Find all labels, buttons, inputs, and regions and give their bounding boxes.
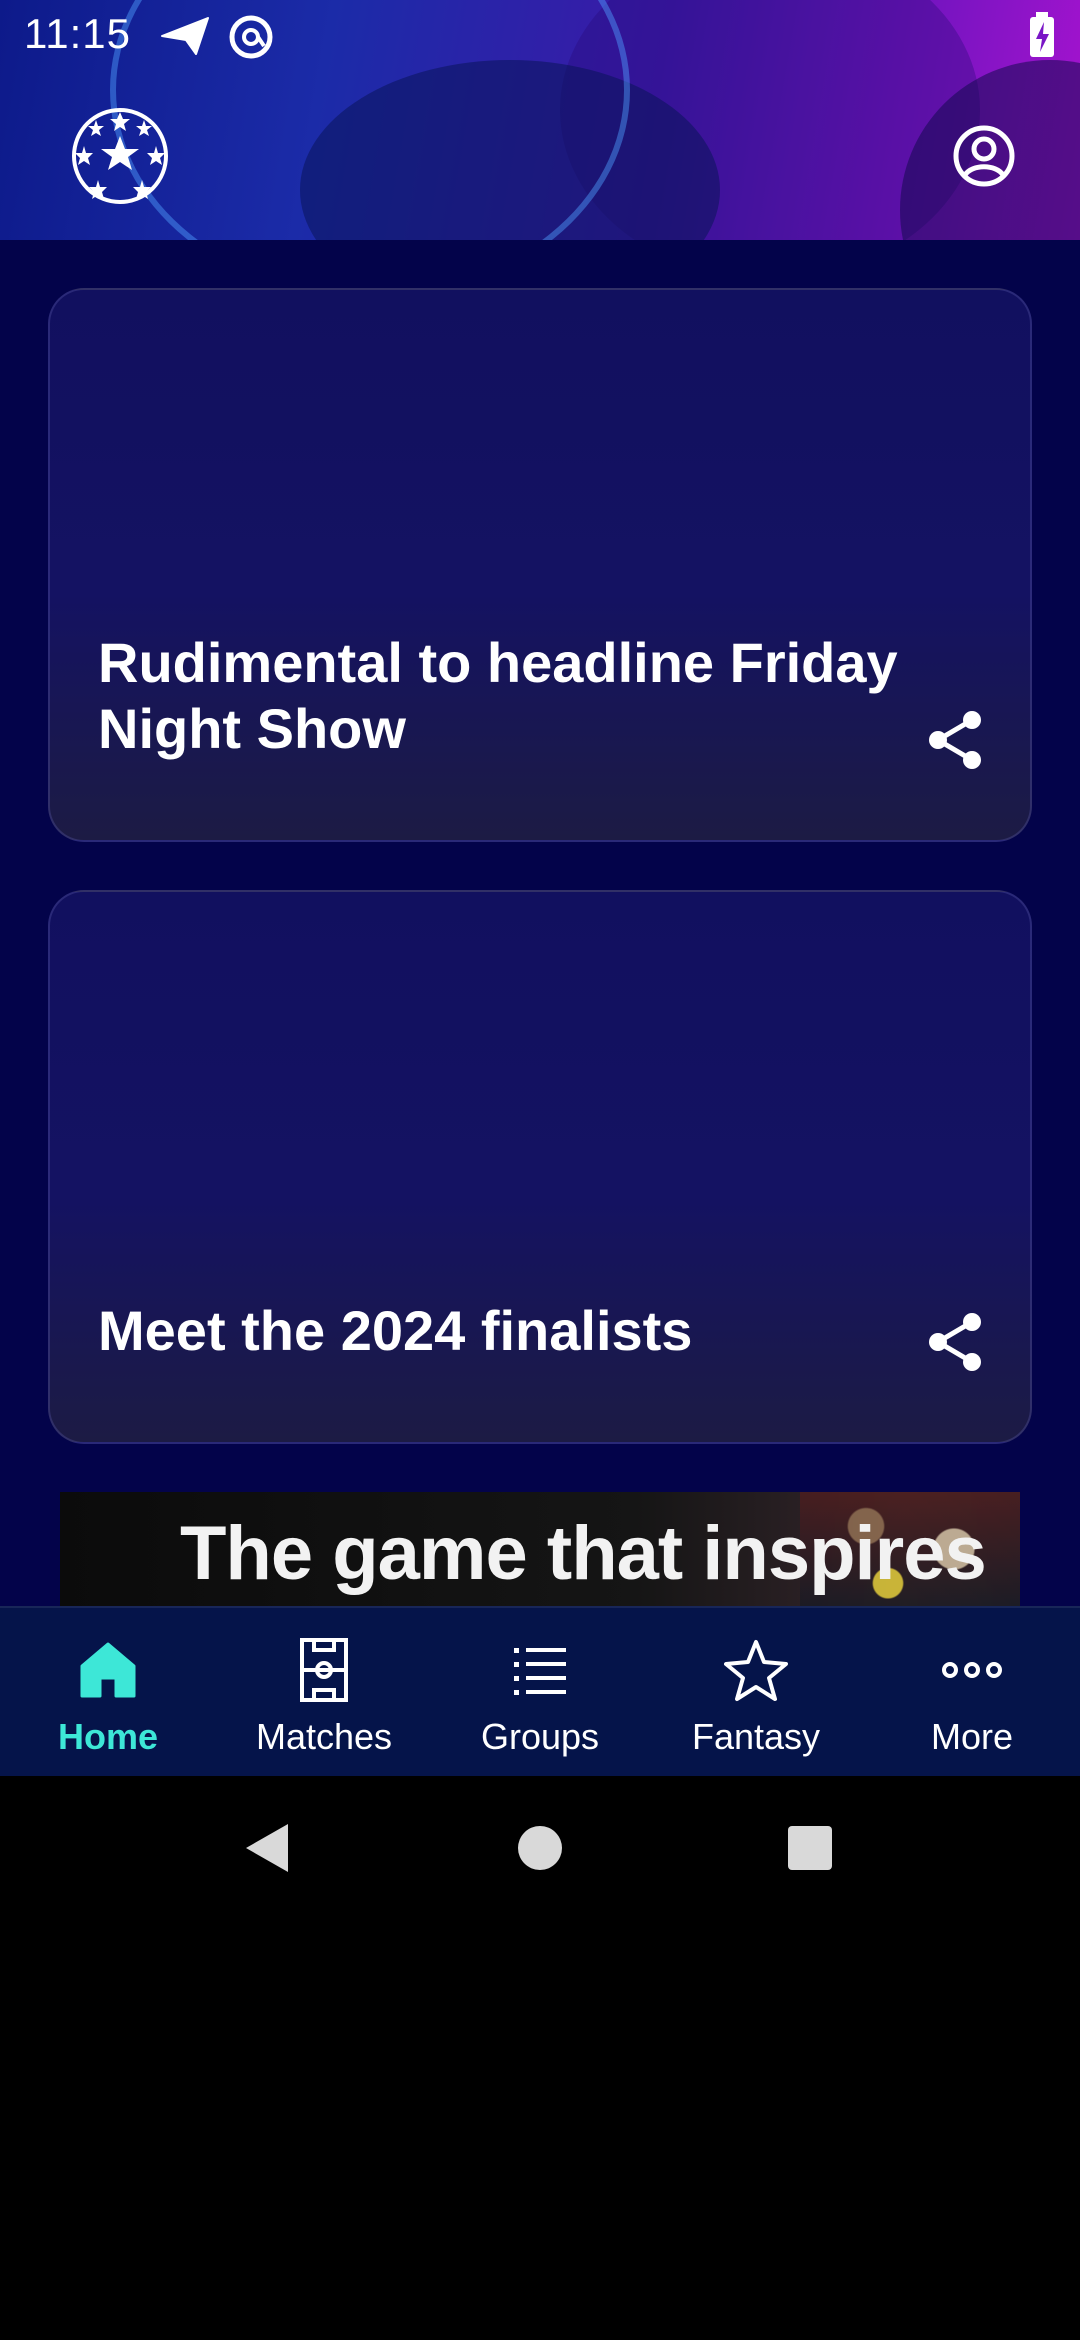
nav-item-more[interactable]: More bbox=[864, 1608, 1080, 1776]
banner-text: The game that inspires bbox=[180, 1511, 987, 1596]
pitch-icon bbox=[292, 1638, 356, 1702]
back-icon[interactable] bbox=[210, 1776, 330, 1918]
more-dots-icon bbox=[940, 1638, 1004, 1702]
news-card-title: Rudimental to headline Friday Night Show bbox=[98, 631, 898, 760]
header: 11:15 bbox=[0, 0, 1080, 240]
at-sign-icon bbox=[228, 14, 274, 65]
nav-label: More bbox=[930, 1716, 1014, 1757]
battery-charging-icon bbox=[1028, 12, 1056, 63]
news-card[interactable]: Meet the 2024 finalists bbox=[48, 890, 1032, 1444]
recents-icon[interactable] bbox=[750, 1776, 870, 1918]
status-time: 11:15 bbox=[24, 10, 131, 57]
account-circle-icon[interactable] bbox=[952, 124, 1016, 188]
nav-label: Fantasy bbox=[691, 1716, 821, 1757]
nav-label: Groups bbox=[480, 1716, 600, 1757]
share-icon[interactable] bbox=[926, 1310, 986, 1374]
home-icon bbox=[76, 1638, 140, 1702]
nav-item-fantasy[interactable]: Fantasy bbox=[648, 1608, 864, 1776]
home-circle-icon[interactable] bbox=[480, 1776, 600, 1918]
app-screen: 11:15 Rudimental to headline Friday Nigh… bbox=[0, 0, 1080, 1776]
starball-logo[interactable] bbox=[70, 106, 170, 206]
nav-label: Home bbox=[57, 1716, 159, 1757]
news-card[interactable]: Rudimental to headline Friday Night Show bbox=[48, 288, 1032, 842]
send-icon bbox=[160, 14, 210, 63]
list-icon bbox=[508, 1638, 572, 1702]
nav-item-matches[interactable]: Matches bbox=[216, 1608, 432, 1776]
share-icon[interactable] bbox=[926, 708, 986, 772]
news-card-title: Meet the 2024 finalists bbox=[98, 1299, 693, 1362]
star-icon bbox=[724, 1638, 788, 1702]
status-bar: 11:15 bbox=[0, 0, 1080, 72]
bottom-navigation: Home Matches Groups Fantasy More bbox=[0, 1606, 1080, 1776]
nav-label: Matches bbox=[255, 1716, 393, 1757]
promo-banner[interactable]: The game that inspires bbox=[60, 1492, 1020, 1606]
nav-item-home[interactable]: Home bbox=[0, 1608, 216, 1776]
system-navigation-bar bbox=[0, 1776, 1080, 1918]
nav-item-groups[interactable]: Groups bbox=[432, 1608, 648, 1776]
